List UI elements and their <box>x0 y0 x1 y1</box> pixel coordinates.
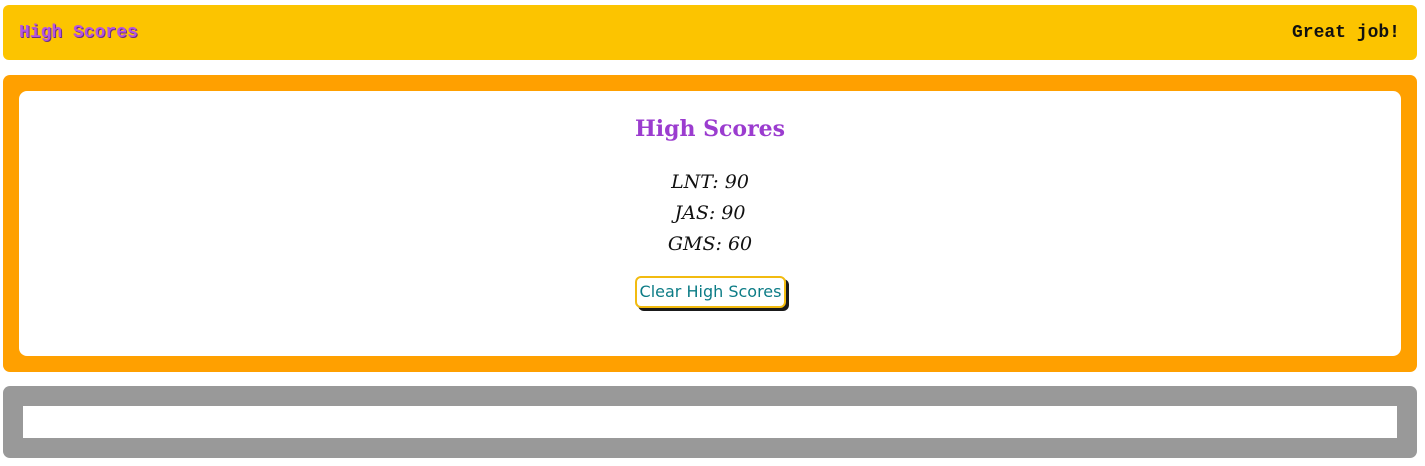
header-bar: High Scores Great job! <box>3 5 1417 60</box>
score-item: GMS: 60 <box>667 233 753 255</box>
score-list: LNT: 90 JAS: 90 GMS: 60 <box>19 167 1401 260</box>
score-item: LNT: 90 <box>671 171 749 193</box>
main-panel: High Scores LNT: 90 JAS: 90 GMS: 60 Clea… <box>3 75 1417 372</box>
high-scores-card: High Scores LNT: 90 JAS: 90 GMS: 60 Clea… <box>19 91 1401 356</box>
footer-content <box>23 406 1397 438</box>
footer-panel <box>3 386 1417 458</box>
high-scores-title: High Scores <box>634 116 786 142</box>
high-scores-link[interactable]: High Scores <box>19 22 138 44</box>
clear-high-scores-button[interactable]: Clear High Scores <box>635 276 786 308</box>
score-item: JAS: 90 <box>674 202 746 224</box>
status-message: Great job! <box>1291 23 1400 43</box>
